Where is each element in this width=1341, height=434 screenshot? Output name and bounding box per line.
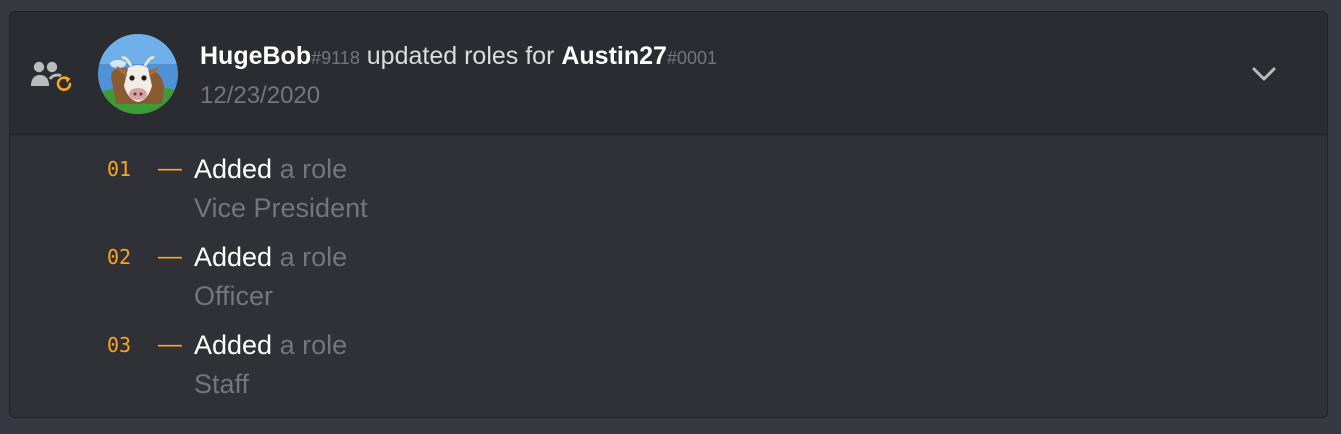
audit-log-entry: HugeBob#9118 updated roles for Austin27#… — [9, 11, 1328, 418]
change-separator: — — [158, 243, 182, 270]
role-name: Staff — [194, 369, 250, 399]
change-detail: a role — [279, 242, 348, 272]
chevron-down-icon[interactable] — [1249, 60, 1279, 88]
change-list: 01 — Added a role Vice President 02 — Ad… — [10, 150, 1327, 414]
role-name: Officer — [194, 281, 274, 311]
change-item: 01 — Added a role Vice President — [10, 150, 1327, 238]
change-detail: a role — [279, 330, 348, 360]
member-role-update-icon — [31, 61, 72, 91]
change-separator: — — [158, 331, 182, 358]
target-discriminator: #0001 — [666, 48, 718, 68]
change-action: Added a role — [194, 326, 347, 364]
change-verb: Added — [194, 154, 273, 184]
actor-name[interactable]: HugeBob — [200, 42, 311, 70]
change-verb: Added — [194, 330, 273, 360]
change-number: 02 — [107, 245, 132, 269]
change-number: 03 — [107, 333, 132, 357]
change-action: Added a role — [194, 238, 347, 276]
audit-log-entry-header[interactable]: HugeBob#9118 updated roles for Austin27#… — [10, 12, 1327, 135]
change-separator: — — [158, 155, 182, 182]
change-verb: Added — [194, 242, 273, 272]
change-action: Added a role — [194, 150, 347, 188]
entry-date: 12/23/2020 — [200, 82, 321, 109]
role-name: Vice President — [194, 193, 368, 223]
change-item: 02 — Added a role Officer — [10, 238, 1327, 326]
entry-title: HugeBob#9118 updated roles for Austin27#… — [200, 38, 717, 76]
target-name[interactable]: Austin27 — [561, 42, 667, 70]
change-number: 01 — [107, 157, 132, 181]
cow-avatar — [98, 34, 178, 114]
action-text: updated roles for — [366, 42, 555, 70]
actor-discriminator: #9118 — [311, 48, 360, 68]
avatar[interactable] — [98, 34, 178, 114]
change-item: 03 — Added a role Staff — [10, 326, 1327, 414]
change-detail: a role — [279, 154, 348, 184]
